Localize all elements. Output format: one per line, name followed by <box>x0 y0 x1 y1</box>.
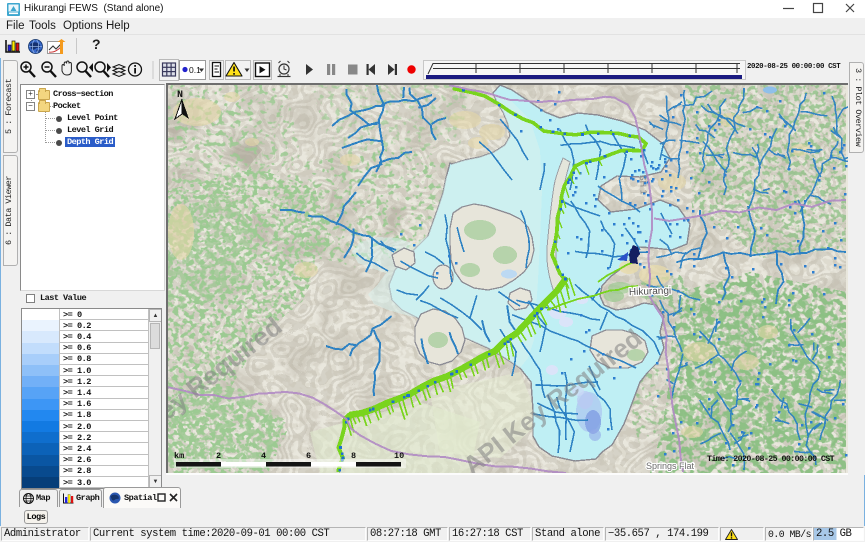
svg-text:Springs Flat: Springs Flat <box>646 461 695 471</box>
svg-text:0.1: 0.1 <box>189 65 201 75</box>
svg-text:Hikurangi: Hikurangi <box>629 286 672 298</box>
svg-text:Time: 2020-08-25 00:00:00 CST: Time: 2020-08-25 00:00:00 CST <box>707 454 835 464</box>
svg-text:SH 1: SH 1 <box>638 174 649 195</box>
